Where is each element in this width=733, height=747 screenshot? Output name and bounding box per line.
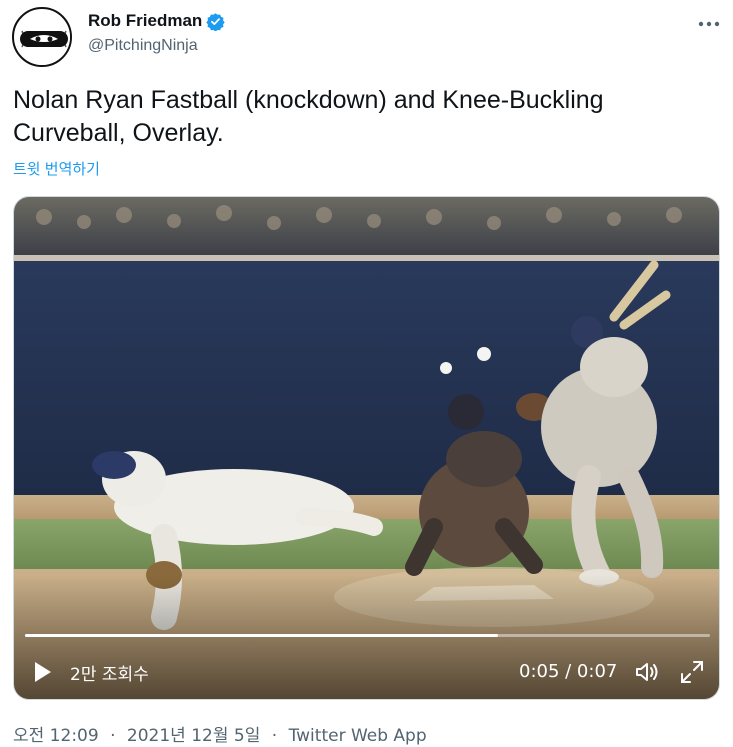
play-icon[interactable] xyxy=(28,658,56,686)
name-row: Rob Friedman xyxy=(88,10,225,32)
author-block: Rob Friedman @PitchingNinja xyxy=(88,10,225,57)
meta-separator: · xyxy=(271,726,278,746)
author-name[interactable]: Rob Friedman xyxy=(88,10,202,32)
tweet-time[interactable]: 오전 12:09 xyxy=(13,721,99,746)
meta-separator: · xyxy=(110,726,116,746)
ninja-baseball-avatar-icon xyxy=(17,12,70,65)
video-frame xyxy=(14,197,719,699)
video-time: 0:05 / 0:07 xyxy=(519,661,618,682)
translate-link[interactable]: 트윗 번역하기 xyxy=(13,158,100,179)
tweet-text: Nolan Ryan Fastball (knockdown) and Knee… xyxy=(13,86,604,147)
more-dots-icon[interactable] xyxy=(697,12,721,36)
author-handle[interactable]: @PitchingNinja xyxy=(88,35,225,57)
progress-fill xyxy=(25,634,498,637)
view-count: 2만 조회수 xyxy=(70,665,149,685)
progress-bar[interactable] xyxy=(25,634,710,637)
tweet-source[interactable]: Twitter Web App xyxy=(289,726,427,746)
avatar[interactable] xyxy=(12,7,72,67)
verified-badge-icon xyxy=(206,12,225,32)
fullscreen-icon[interactable] xyxy=(678,658,706,686)
video-player[interactable]: 2만 조회수 0:05 / 0:07 xyxy=(13,196,720,700)
volume-icon[interactable] xyxy=(633,658,661,686)
tweet-meta: 오전 12:09 · 2021년 12월 5일 · Twitter Web Ap… xyxy=(13,721,427,746)
tweet-date[interactable]: 2021년 12월 5일 xyxy=(127,721,260,746)
